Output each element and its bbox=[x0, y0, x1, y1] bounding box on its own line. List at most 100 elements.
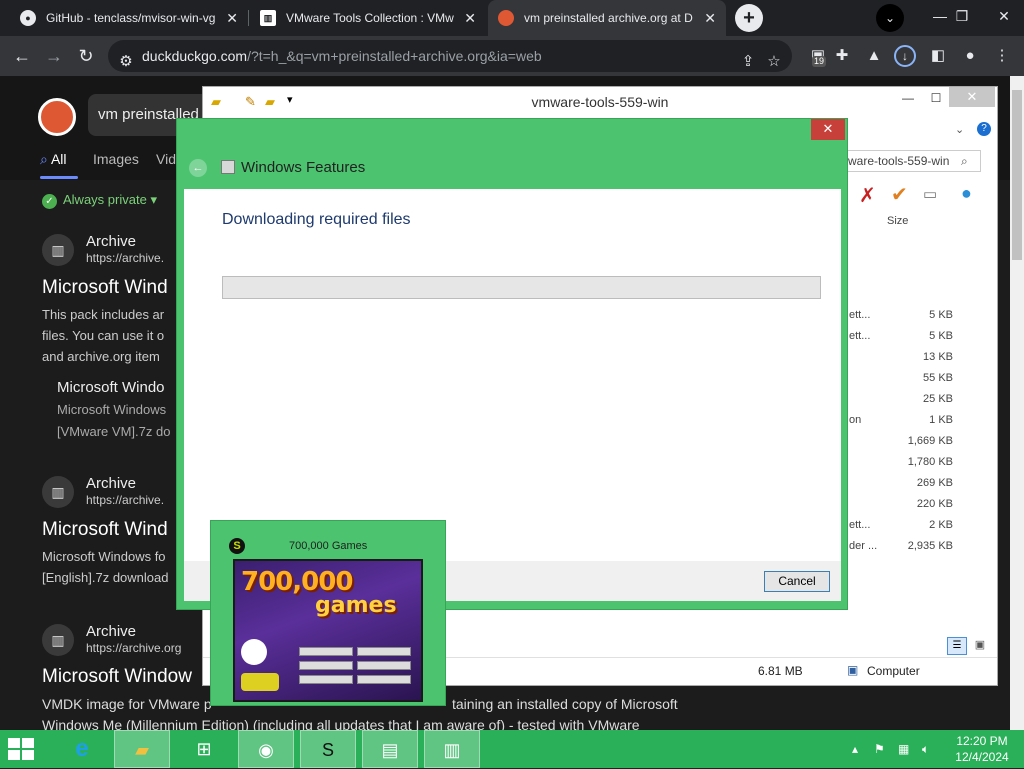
file-row-type[interactable]: ett... bbox=[849, 519, 870, 531]
result-title[interactable]: Microsoft Wind bbox=[42, 277, 168, 299]
back-button[interactable]: ← bbox=[10, 44, 34, 68]
close-icon[interactable]: ✕ bbox=[704, 10, 716, 27]
action-center-flag-icon[interactable]: ⚑ bbox=[874, 730, 885, 768]
file-row-size[interactable]: 5 KB bbox=[893, 330, 953, 342]
result-site[interactable]: Archive bbox=[86, 623, 136, 640]
file-row-size[interactable]: 1 KB bbox=[893, 414, 953, 426]
extensions-puzzle-icon[interactable]: ✚ bbox=[830, 44, 854, 68]
games-menu-button[interactable] bbox=[299, 647, 353, 656]
volume-muted-icon[interactable]: 🔈︎ bbox=[922, 730, 929, 768]
share-icon[interactable]: ⇪ bbox=[738, 46, 758, 78]
tab-github[interactable]: ● GitHub - tenclass/mvisor-win-vg ✕ bbox=[10, 0, 248, 36]
games-menu-button[interactable] bbox=[299, 661, 353, 670]
tab-videos[interactable]: Vid bbox=[156, 151, 176, 167]
download-progress-bar bbox=[222, 276, 821, 299]
file-row-size[interactable]: 55 KB bbox=[893, 372, 953, 384]
file-row-size[interactable]: 2,935 KB bbox=[893, 540, 953, 552]
tab-search-button[interactable]: ⌄ bbox=[876, 4, 904, 32]
lab-flask-icon[interactable]: ▲ bbox=[862, 44, 886, 68]
file-row-type[interactable]: ett... bbox=[849, 330, 870, 342]
side-panel-icon[interactable]: ◧ bbox=[926, 44, 950, 68]
games-taskbar-icon[interactable]: S bbox=[300, 730, 356, 768]
store-icon[interactable]: ⊞ bbox=[176, 730, 232, 768]
dialog-close-button[interactable]: ✕ bbox=[811, 119, 845, 140]
details-view-icon[interactable]: ☰ bbox=[947, 637, 967, 655]
help-icon[interactable]: ? bbox=[977, 122, 991, 136]
back-arrow-icon[interactable]: ← bbox=[189, 159, 207, 177]
start-button[interactable] bbox=[8, 738, 36, 760]
windows-features-taskbar-icon[interactable]: ▥ bbox=[424, 730, 480, 768]
delete-icon[interactable]: ✗ bbox=[859, 183, 876, 208]
installer-icon[interactable]: ▤ bbox=[362, 730, 418, 768]
cancel-button[interactable]: Cancel bbox=[764, 571, 830, 592]
status-size: 6.81 MB bbox=[758, 664, 803, 678]
menu-kebab-icon[interactable]: ⋮ bbox=[990, 44, 1014, 68]
address-bar[interactable]: ⚙ duckduckgo.com/?t=h_&q=vm+preinstalled… bbox=[108, 40, 792, 72]
check-icon[interactable]: ✔ bbox=[891, 182, 908, 207]
large-icons-view-icon[interactable]: ▣ bbox=[971, 637, 989, 655]
file-row-type[interactable]: on bbox=[849, 414, 861, 426]
folder-icon: ▰ bbox=[211, 94, 221, 109]
duckduckgo-logo-icon[interactable] bbox=[38, 98, 76, 136]
file-row-size[interactable]: 220 KB bbox=[893, 498, 953, 510]
new-tab-button[interactable]: + bbox=[735, 4, 763, 32]
result-url[interactable]: https://archive. bbox=[86, 251, 164, 265]
result-snippet-tail: taining an installed copy of Microsoft bbox=[452, 696, 678, 712]
extension-badge-icon[interactable]: 19▣ bbox=[806, 44, 830, 68]
file-row-size[interactable]: 5 KB bbox=[893, 309, 953, 321]
result-site[interactable]: Archive bbox=[86, 475, 136, 492]
games-menu-button[interactable] bbox=[357, 661, 411, 670]
file-row-size[interactable]: 1,669 KB bbox=[893, 435, 953, 447]
disc-app-icon[interactable]: ◉ bbox=[238, 730, 294, 768]
close-window-button[interactable]: ✕ bbox=[984, 0, 1024, 32]
chevron-down-icon[interactable]: ⌄ bbox=[955, 123, 964, 136]
site-info-icon[interactable]: ⚙ bbox=[116, 46, 136, 78]
tab-images[interactable]: Images bbox=[93, 151, 139, 167]
profile-avatar-icon[interactable]: ● bbox=[958, 44, 982, 68]
tab-duckduckgo[interactable]: vm preinstalled archive.org at D ✕ bbox=[488, 0, 726, 36]
file-row-size[interactable]: 13 KB bbox=[893, 351, 953, 363]
explorer-minimize-button[interactable]: — bbox=[893, 87, 923, 109]
file-row-type[interactable]: ett... bbox=[849, 309, 870, 321]
tray-overflow-icon[interactable]: ▴ bbox=[852, 730, 858, 768]
file-row-size[interactable]: 1,780 KB bbox=[893, 456, 953, 468]
file-row-size[interactable]: 25 KB bbox=[893, 393, 953, 405]
result-title[interactable]: Microsoft Window bbox=[42, 666, 192, 688]
tab-vmware-tools[interactable]: ▥ VMware Tools Collection : VMw ✕ bbox=[250, 0, 486, 36]
forward-button[interactable]: → bbox=[42, 44, 66, 68]
download-icon[interactable]: ↓ bbox=[894, 45, 916, 67]
reload-button[interactable]: ↻ bbox=[74, 44, 98, 68]
close-icon[interactable]: ✕ bbox=[464, 10, 476, 27]
explorer-maximize-button[interactable]: ☐ bbox=[921, 87, 951, 109]
size-column-header[interactable]: Size bbox=[887, 215, 908, 227]
file-row-size[interactable]: 2 KB bbox=[893, 519, 953, 531]
taskbar-clock[interactable]: 12:20 PM 12/4/2024 bbox=[950, 733, 1014, 765]
properties-icon[interactable]: ✎ bbox=[245, 94, 256, 110]
always-private-toggle[interactable]: ✓ Always private ▾ bbox=[42, 192, 157, 209]
tab-title: GitHub - tenclass/mvisor-win-vg bbox=[46, 11, 216, 25]
games-menu-button[interactable] bbox=[357, 647, 411, 656]
bookmark-star-icon[interactable]: ☆ bbox=[764, 46, 784, 78]
result-url[interactable]: https://archive. bbox=[86, 493, 164, 507]
restore-button[interactable]: ❐ bbox=[942, 0, 982, 32]
new-folder-icon[interactable]: ▰ bbox=[265, 94, 275, 110]
games-art-word: games bbox=[315, 593, 397, 618]
result-title[interactable]: Microsoft Wind bbox=[42, 519, 168, 541]
result-url[interactable]: https://archive.org bbox=[86, 641, 181, 655]
scrollbar-thumb[interactable] bbox=[1012, 90, 1022, 260]
file-row-size[interactable]: 269 KB bbox=[893, 477, 953, 489]
games-menu-button[interactable] bbox=[357, 675, 411, 684]
tab-all[interactable]: ⌕ All bbox=[40, 151, 67, 168]
result-site[interactable]: Archive bbox=[86, 233, 136, 250]
network-icon[interactable]: ▦ bbox=[898, 730, 909, 768]
close-icon[interactable]: ✕ bbox=[226, 10, 238, 27]
internet-explorer-icon[interactable]: e bbox=[54, 730, 110, 768]
explorer-close-button[interactable]: ✕ bbox=[949, 87, 995, 107]
globe-icon[interactable]: ● bbox=[961, 183, 972, 204]
quick-access-dropdown-icon[interactable]: ▾ bbox=[287, 93, 293, 106]
file-row-type[interactable]: der ... bbox=[849, 540, 877, 552]
file-explorer-icon[interactable]: ▰ bbox=[114, 730, 170, 768]
games-menu-button[interactable] bbox=[299, 675, 353, 684]
result-sublink-title[interactable]: Microsoft Windo bbox=[57, 379, 165, 396]
rename-icon[interactable]: ▭ bbox=[923, 185, 937, 203]
